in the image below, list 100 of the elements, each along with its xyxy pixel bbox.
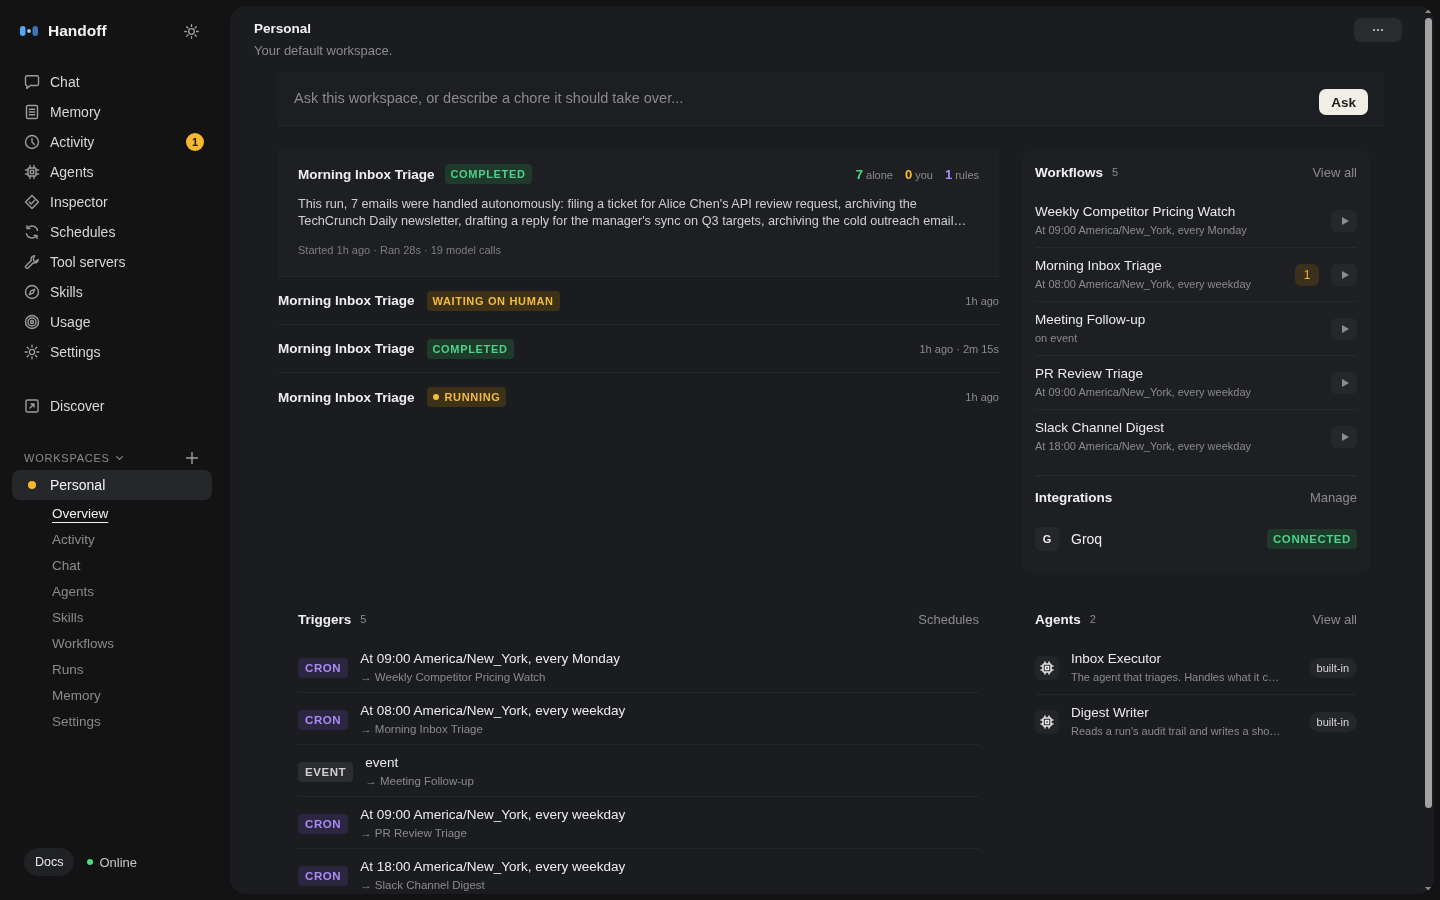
- section-title: Integrations: [1035, 489, 1113, 505]
- nav-item[interactable]: Usage: [12, 307, 212, 337]
- workflow-name: Meeting Follow-up: [1035, 311, 1147, 329]
- stat-caption: rules: [955, 168, 979, 181]
- chip-icon: [1035, 656, 1059, 680]
- workspace-link[interactable]: Runs: [52, 657, 84, 683]
- wrench-icon: [24, 254, 40, 270]
- section-link[interactable]: View all: [1312, 164, 1357, 180]
- workflow-schedule: on event: [1035, 331, 1079, 346]
- stat-caption: alone: [866, 168, 893, 181]
- ask-button[interactable]: Ask: [1319, 89, 1368, 115]
- run-title: Morning Inbox Triage: [298, 166, 435, 182]
- run-meta: Started 1h ago · Ran 28s · 19 model calls: [298, 243, 502, 258]
- scroll-down-icon[interactable]: [1424, 887, 1432, 891]
- nav-item[interactable]: Chat: [12, 67, 212, 97]
- count-badge: 1: [186, 133, 204, 151]
- trigger-title: event: [365, 754, 400, 772]
- nav-item[interactable]: Settings: [12, 337, 212, 367]
- section-title: Agents: [1035, 611, 1081, 627]
- play-button[interactable]: [1331, 210, 1357, 232]
- nav-item[interactable]: Tool servers: [12, 247, 212, 277]
- scrollbar-thumb[interactable]: [1424, 18, 1432, 808]
- run-title: Morning Inbox Triage: [278, 293, 415, 308]
- workflow-schedule: At 09:00 America/New_York, every Monday: [1035, 223, 1248, 238]
- stat-caption: you: [915, 168, 933, 181]
- nav-item[interactable]: Discover: [12, 391, 212, 421]
- agent-name: Inbox Executor: [1071, 650, 1163, 668]
- trigger-title: At 09:00 America/New_York, every weekday: [360, 806, 626, 824]
- scroll-up-icon[interactable]: [1424, 9, 1432, 13]
- run-title: Morning Inbox Triage: [278, 389, 415, 405]
- play-icon: [1341, 433, 1349, 441]
- nav-item[interactable]: Activity 1: [12, 127, 212, 157]
- trigger-badge: CRON: [298, 814, 349, 834]
- workspace-subtitle: Your default workspace.: [254, 42, 393, 60]
- workspace-link[interactable]: Workflows: [52, 631, 114, 657]
- workspace-title: Personal: [254, 20, 313, 38]
- sun-icon[interactable]: [184, 23, 199, 39]
- play-icon: [1341, 379, 1349, 387]
- dot-icon: [432, 394, 439, 400]
- nav-item[interactable]: Memory: [12, 97, 212, 127]
- workflow-schedule: At 09:00 America/New_York, every weekday: [1035, 385, 1253, 400]
- play-icon: [1341, 325, 1349, 333]
- workspace-link[interactable]: Chat: [52, 553, 81, 579]
- nav-item[interactable]: Schedules: [12, 217, 212, 247]
- section-count: 5: [360, 613, 367, 625]
- trigger-target: → Meeting Follow-up: [365, 774, 474, 789]
- trigger-title: At 18:00 America/New_York, every weekday: [360, 858, 626, 876]
- chip-icon: [1035, 710, 1059, 734]
- nav-item[interactable]: Inspector: [12, 187, 212, 217]
- workspace-item[interactable]: Personal: [12, 470, 212, 500]
- run-row[interactable]: Morning Inbox Triage RUNNING 1h ago: [278, 373, 999, 421]
- trigger-badge: CRON: [298, 710, 349, 730]
- stat-count: 0: [904, 166, 913, 182]
- clock-icon: [24, 134, 40, 150]
- trigger-target: → Morning Inbox Triage: [360, 722, 484, 737]
- play-button[interactable]: [1331, 318, 1357, 340]
- agent-description: Reads a run's audit trail and writes a sho…: [1071, 724, 1281, 739]
- section-count: 2: [1089, 613, 1096, 625]
- run-row[interactable]: Morning Inbox Triage WAITING ON HUMAN 1h ago: [278, 277, 999, 325]
- logo-icon: [20, 26, 38, 36]
- workflow-schedule: At 08:00 America/New_York, every weekday: [1035, 277, 1253, 292]
- workspace-link[interactable]: Memory: [52, 683, 101, 709]
- workflow-schedule: At 18:00 America/New_York, every weekday: [1035, 439, 1253, 454]
- section-count: 5: [1112, 166, 1119, 178]
- chevron-down-icon[interactable]: [115, 456, 123, 460]
- play-button[interactable]: [1331, 264, 1357, 286]
- play-button[interactable]: [1331, 426, 1357, 448]
- workspace-link[interactable]: Agents: [52, 579, 95, 605]
- trigger-badge: EVENT: [298, 762, 354, 782]
- run-card[interactable]: [278, 150, 999, 277]
- nav-item[interactable]: Agents: [12, 157, 212, 187]
- status-badge: WAITING ON HUMAN: [426, 290, 560, 311]
- section-label: WORKSPACES: [24, 452, 110, 464]
- stat-count: 1: [944, 166, 953, 182]
- stat-count: 7: [855, 166, 863, 182]
- workspace-link[interactable]: Settings: [52, 709, 101, 735]
- status-badge: CONNECTED: [1267, 529, 1357, 549]
- nav-item[interactable]: Skills: [12, 277, 212, 307]
- plus-icon[interactable]: [186, 452, 198, 464]
- play-icon: [1341, 271, 1349, 279]
- document-icon: [24, 104, 40, 120]
- run-row[interactable]: Morning Inbox Triage COMPLETED 1h ago · 2m 15s: [278, 325, 999, 373]
- agent-tag: built-in: [1308, 658, 1357, 678]
- trigger-badge: CRON: [298, 658, 349, 678]
- section-link[interactable]: Schedules: [918, 611, 979, 627]
- chip-icon: [24, 164, 40, 180]
- section-link[interactable]: View all: [1312, 611, 1357, 627]
- refresh-icon: [24, 224, 40, 240]
- section-link[interactable]: Manage: [1310, 489, 1357, 505]
- play-button[interactable]: [1331, 372, 1357, 394]
- status-badge: COMPLETED: [426, 338, 514, 359]
- workspace-link[interactable]: Skills: [52, 605, 84, 631]
- trigger-target: → Weekly Competitor Pricing Watch: [360, 670, 547, 685]
- ask-input[interactable]: Ask this workspace, or describe a chore it should take over...: [294, 88, 1320, 108]
- section-title: Triggers: [298, 611, 352, 627]
- letter-avatar: G: [1035, 527, 1059, 551]
- workspace-link[interactable]: Overview: [52, 501, 109, 527]
- status-label: RUNNING: [444, 391, 501, 403]
- workspace-link[interactable]: Activity: [52, 527, 95, 553]
- docs-button[interactable]: Docs: [24, 848, 75, 876]
